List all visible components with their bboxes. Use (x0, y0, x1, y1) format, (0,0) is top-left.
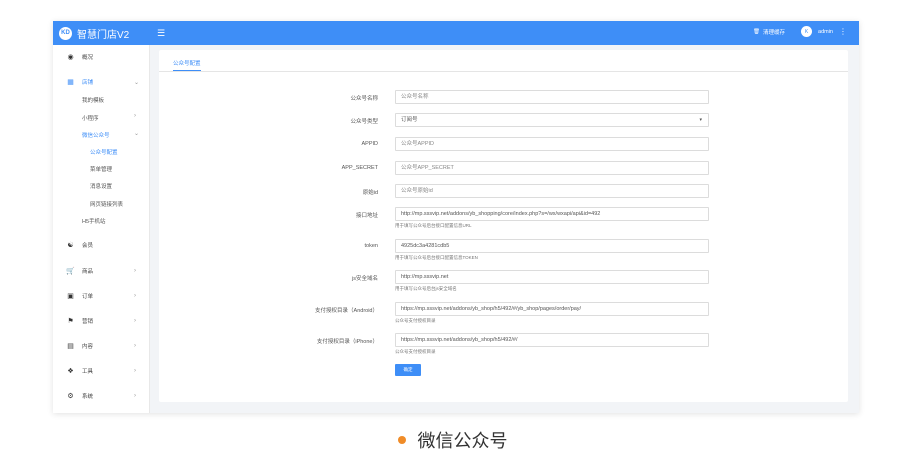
sidebar-sub-wechat-arrow: ⌄ (53, 126, 150, 140)
sidebar-item-content[interactable]: ▤ 内容 › (53, 339, 150, 353)
brand[interactable]: KD 智慧门店V2 (59, 25, 129, 41)
label-app-secret: APP_SECRET (341, 165, 378, 171)
sidebar-item-label: 商品 (82, 269, 94, 275)
chevron-down-icon: ⌄ (134, 79, 140, 86)
clear-cache-button[interactable]: 🗑 清理缓存 (753, 28, 785, 36)
sidebar-item-label: 订单 (82, 294, 94, 300)
label-interface-url: 接口地址 (355, 213, 378, 219)
sidebar-sub-h5-site[interactable]: H5手机站 (82, 217, 106, 225)
label-original-id: 原始id (362, 190, 378, 196)
gear-icon: ⚙ (67, 393, 74, 400)
app-name: 智慧门店V2 (77, 29, 130, 41)
account-type-select[interactable]: 订阅号 ▾ (395, 113, 709, 127)
label-account-type: 公众号类型 (350, 119, 378, 125)
logo-icon: KD (59, 26, 72, 40)
sidebar-item-overview[interactable]: ◉ 概况 (53, 50, 150, 64)
caption: 微信公众号 (0, 428, 905, 452)
sidebar-item-label: 营销 (82, 319, 94, 325)
submit-button[interactable]: 确定 (395, 364, 421, 376)
sidebar-sub-menu-manage[interactable]: 菜单管理 (90, 165, 112, 173)
sidebar-item-tools[interactable]: ❖ 工具 › (53, 364, 150, 378)
caption-text: 微信公众号 (417, 431, 508, 451)
avatar[interactable]: K (801, 26, 813, 37)
sidebar-sub-web-links[interactable]: 网页链接列表 (90, 200, 123, 208)
chevron-right-icon: › (134, 368, 136, 374)
appid-input[interactable]: 公众号APPID (395, 137, 709, 151)
sidebar-item-products[interactable]: 🛒 商品 › (53, 264, 150, 278)
sidebar-sub-wechat-config[interactable]: 公众号配置 (90, 148, 118, 156)
main-content: 公众号配置 公众号名称 公众号名称 公众号类型 订阅号 ▾ APPID 公众号A… (159, 50, 848, 402)
pay-dir-iphone-input[interactable]: https://mp.sssvip.net/addons/yb_shop/h5/… (395, 333, 709, 347)
tab-bar: 公众号配置 (159, 50, 848, 72)
chevron-right-icon: › (134, 268, 136, 274)
app-window: KD 智慧门店V2 ☰ 🗑 清理缓存 K admin ⋮ ◉ 概况 ▦ 店铺 ⌄… (53, 21, 859, 413)
sidebar-item-members[interactable]: ☯ 会员 (53, 238, 150, 252)
sidebar-item-label: 店铺 (82, 80, 94, 86)
sidebar-sub-my-template[interactable]: 我的模板 (82, 96, 104, 104)
top-right-actions: 🗑 清理缓存 K admin ⋮ (753, 26, 847, 37)
more-vertical-icon[interactable]: ⋮ (839, 27, 847, 36)
label-pay-dir-android: 支付授权目录（Android） (315, 308, 378, 314)
sidebar-item-label: 工具 (82, 369, 94, 375)
dashboard-icon: ◉ (67, 54, 74, 61)
users-icon: ☯ (67, 242, 74, 249)
sidebar: ◉ 概况 ▦ 店铺 ⌄ 我的模板 小程序 › 微信公众号 ⌄ 公众号配置 菜单管… (53, 45, 150, 413)
bullet-dot-icon (397, 436, 406, 444)
label-token: token (364, 243, 378, 249)
chevron-down-icon: ▾ (699, 117, 702, 123)
clear-cache-label: 清理缓存 (763, 29, 786, 36)
chevron-right-icon: › (134, 343, 136, 349)
account-name-input[interactable]: 公众号名称 (395, 90, 709, 104)
js-domain-input[interactable]: http://mp.sssvip.net (395, 270, 709, 284)
original-id-input[interactable]: 公众号原始id (395, 184, 709, 198)
chevron-right-icon: › (134, 293, 136, 299)
sidebar-item-label: 概况 (82, 55, 94, 61)
grid-icon: ▦ (67, 79, 74, 86)
sidebar-item-system[interactable]: ⚙ 系统 › (53, 389, 150, 403)
user-name[interactable]: admin (818, 29, 833, 35)
label-js-domain: js安全域名 (352, 276, 378, 282)
trash-icon: 🗑 (753, 28, 760, 35)
account-type-value: 订阅号 (401, 117, 418, 123)
pay-dir-android-hint: 公众号支付授权目录 (395, 318, 436, 323)
tab-wechat-config[interactable]: 公众号配置 (173, 59, 201, 71)
top-bar: KD 智慧门店V2 ☰ 🗑 清理缓存 K admin ⋮ (53, 21, 859, 45)
label-appid: APPID (361, 141, 378, 147)
sidebar-item-marketing[interactable]: ⚑ 营销 › (53, 314, 150, 328)
js-domain-hint: 用于填写公众号后台js安全域名 (395, 286, 457, 291)
chevron-down-icon: ⌄ (134, 130, 140, 137)
chevron-right-icon: › (134, 113, 136, 119)
interface-url-hint: 用于填写公众号后台接口配置信息URL (395, 223, 472, 228)
label-pay-dir-iphone: 支付授权目录（iPhone） (316, 339, 378, 345)
tools-icon: ❖ (67, 368, 74, 375)
sidebar-sub-mini-program-arrow: › (53, 109, 150, 123)
sidebar-item-label: 系统 (82, 394, 94, 400)
token-hint: 用于填写公众号后台接口配置信息TOKEN (395, 255, 478, 260)
token-input[interactable]: 4925dc3a4281cdb5 (395, 239, 709, 253)
document-icon: ▤ (67, 343, 74, 350)
sidebar-item-store[interactable]: ▦ 店铺 ⌄ (53, 75, 150, 89)
order-icon: ▣ (67, 293, 74, 300)
hamburger-icon[interactable]: ☰ (157, 27, 165, 39)
sidebar-sub-message-settings[interactable]: 消息设置 (90, 182, 112, 190)
label-account-name: 公众号名称 (350, 96, 378, 102)
cart-icon: 🛒 (66, 268, 75, 275)
pay-dir-android-input[interactable]: https://mp.sssvip.net/addons/yb_shop/h5/… (395, 302, 709, 316)
flag-icon: ⚑ (67, 318, 74, 325)
chevron-right-icon: › (134, 318, 136, 324)
pay-dir-iphone-hint: 公众号支付授权目录 (395, 349, 436, 354)
sidebar-item-orders[interactable]: ▣ 订单 › (53, 289, 150, 303)
sidebar-item-label: 会员 (82, 243, 94, 249)
sidebar-item-label: 内容 (82, 344, 94, 350)
interface-url-input[interactable]: http://mp.sssvip.net/addons/yb_shopping/… (395, 207, 709, 221)
chevron-right-icon: › (134, 393, 136, 399)
app-secret-input[interactable]: 公众号APP_SECRET (395, 161, 709, 175)
